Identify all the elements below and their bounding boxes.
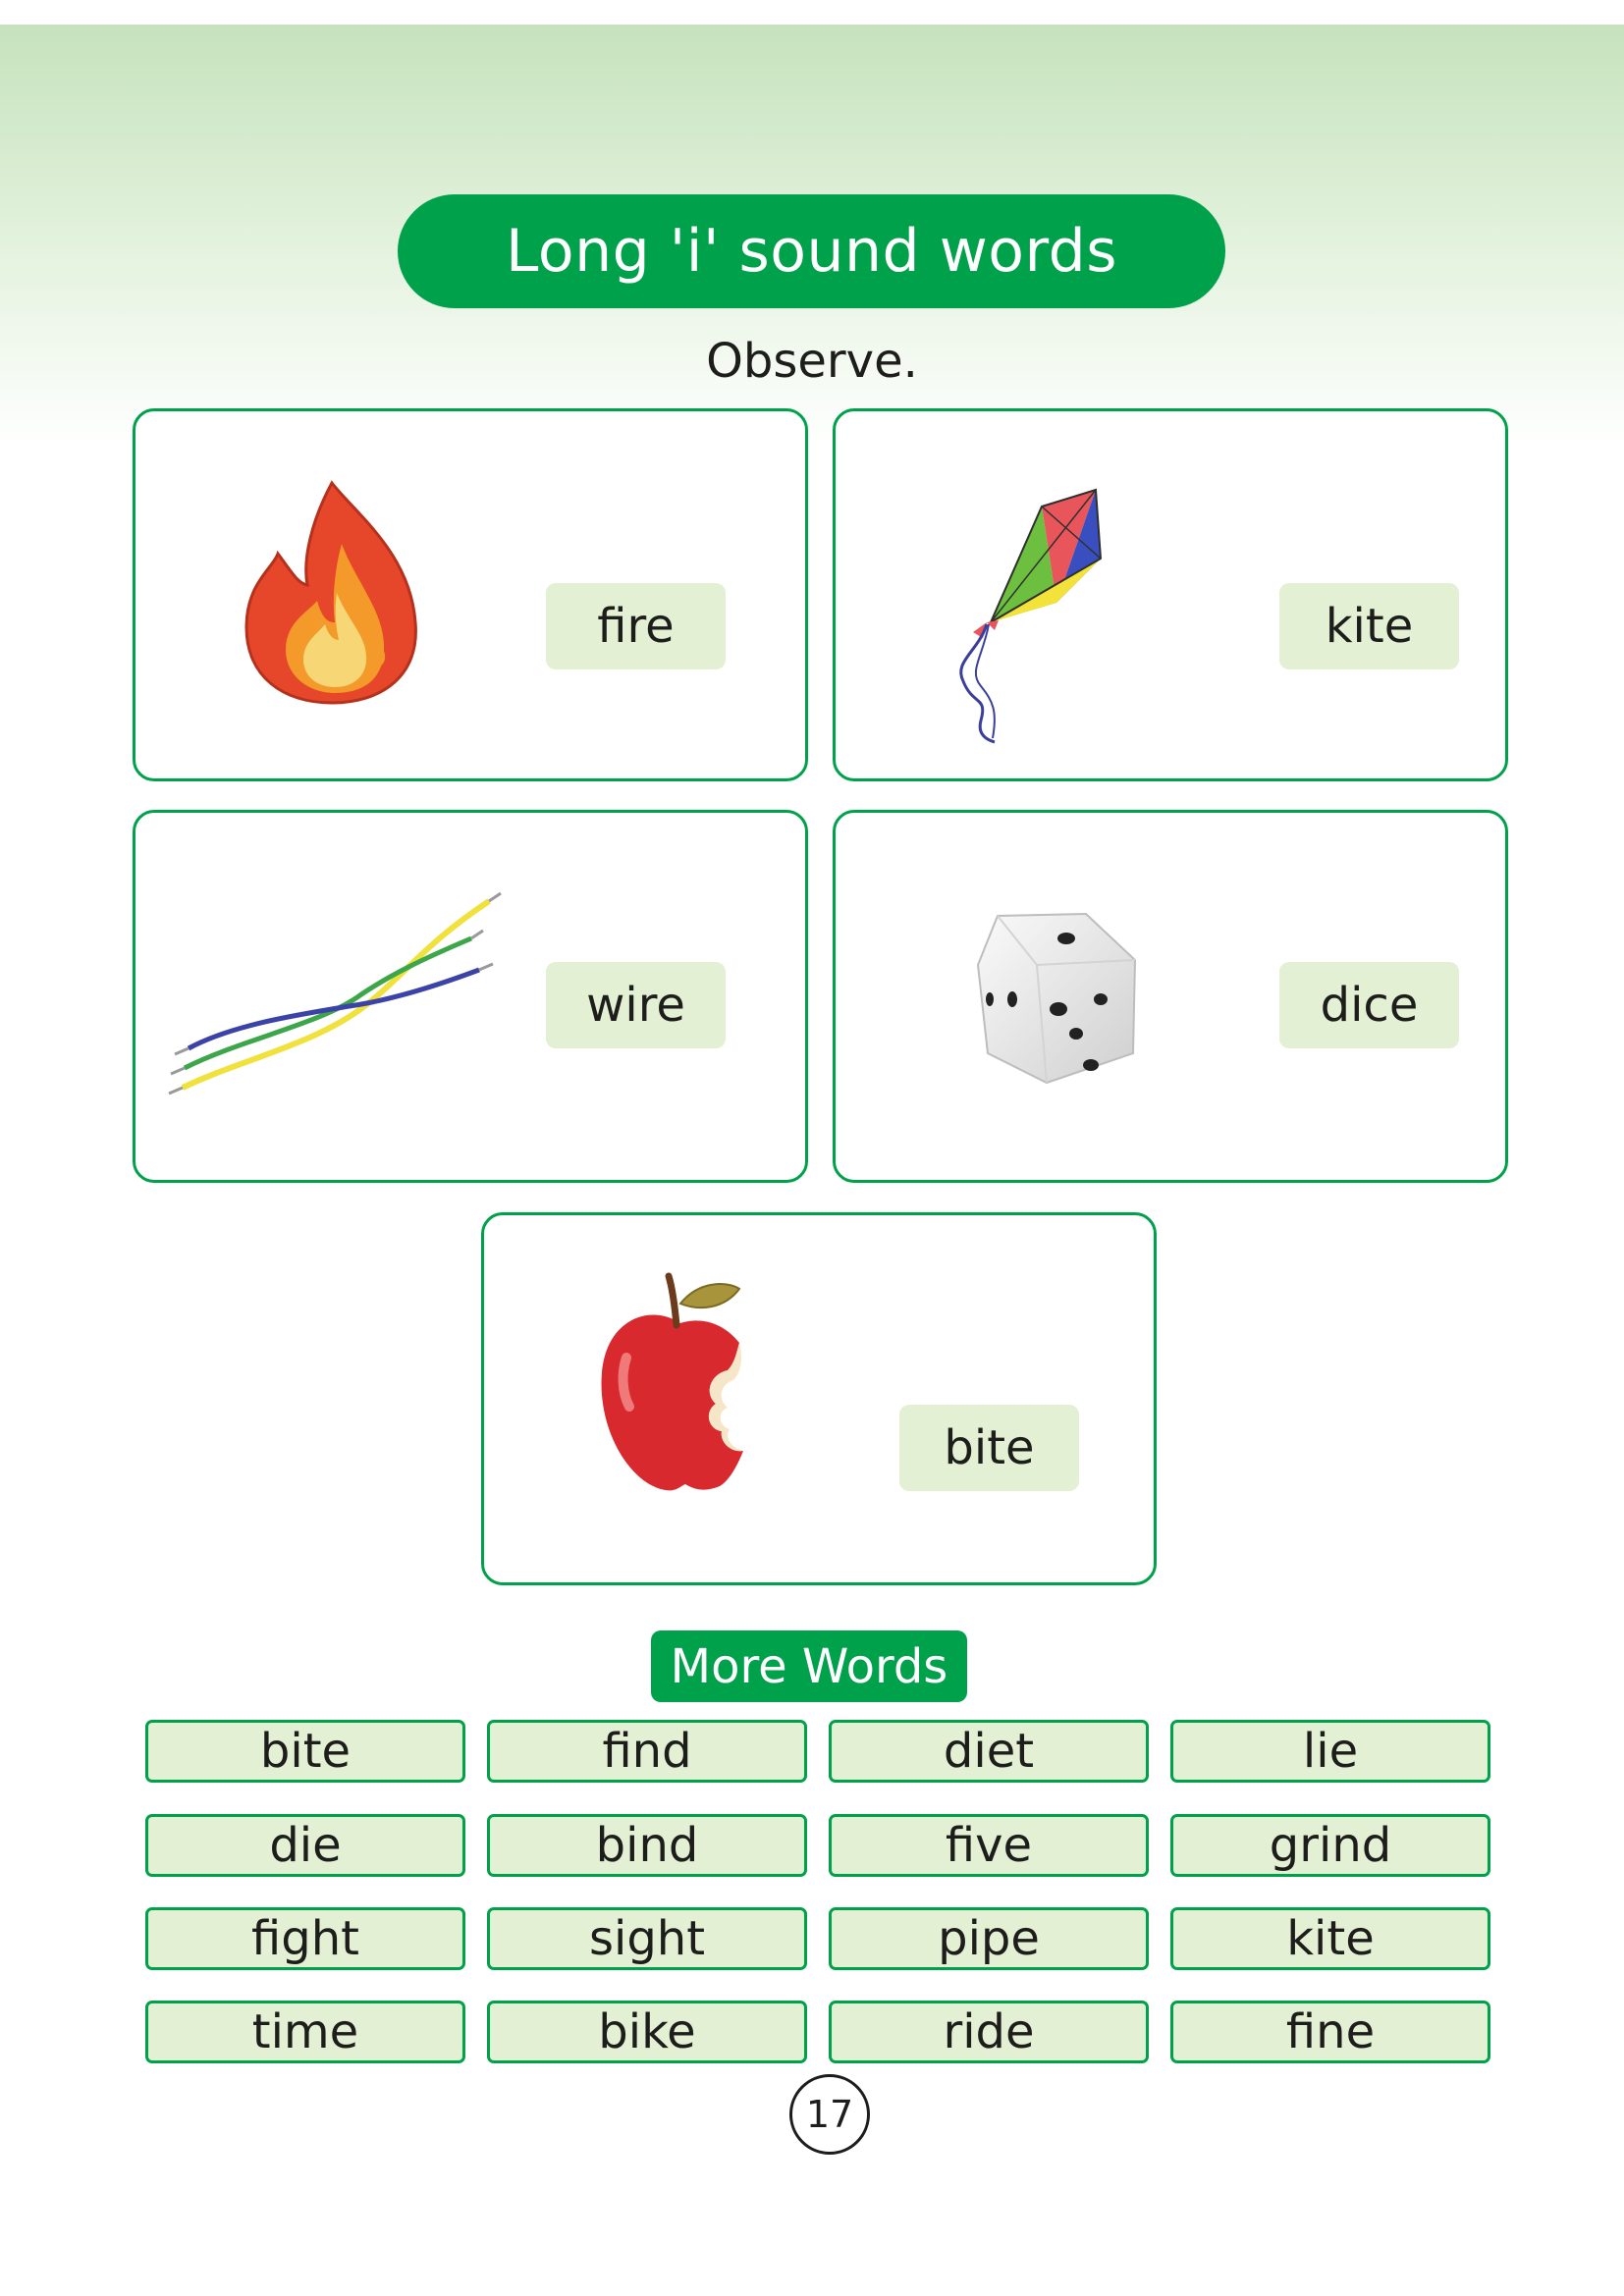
dice-icon xyxy=(976,912,1137,1085)
word-tile: fine xyxy=(1170,2001,1490,2063)
page-number: 17 xyxy=(789,2074,870,2155)
bitten-apple-icon xyxy=(601,1272,743,1491)
card-kite: kite xyxy=(833,408,1508,781)
word-tile: time xyxy=(145,2001,465,2063)
word-label-fire: fire xyxy=(546,583,726,669)
word-tile: sight xyxy=(487,1907,807,1970)
word-tile: pipe xyxy=(829,1907,1149,1970)
word-tile: kite xyxy=(1170,1907,1490,1970)
word-tile: bike xyxy=(487,2001,807,2063)
word-tile: fight xyxy=(145,1907,465,1970)
kite-icon xyxy=(959,488,1103,744)
word-tile: five xyxy=(829,1814,1149,1877)
word-tile: bite xyxy=(145,1720,465,1783)
word-tile: diet xyxy=(829,1720,1149,1783)
card-bite: bite xyxy=(481,1212,1157,1585)
card-dice: dice xyxy=(833,810,1508,1183)
instruction-text: Observe. xyxy=(706,334,918,389)
title-banner: Long 'i' sound words xyxy=(398,194,1225,308)
card-wire: wire xyxy=(133,810,808,1183)
page-title: Long 'i' sound words xyxy=(506,217,1117,286)
word-tile: grind xyxy=(1170,1814,1490,1877)
word-tile: bind xyxy=(487,1814,807,1877)
wires-icon xyxy=(168,891,502,1095)
word-label-dice: dice xyxy=(1279,962,1459,1048)
word-label-wire: wire xyxy=(546,962,726,1048)
word-label-kite: kite xyxy=(1279,583,1459,669)
card-fire: fire xyxy=(133,408,808,781)
word-tile: find xyxy=(487,1720,807,1783)
word-tile: ride xyxy=(829,2001,1149,2063)
fire-icon xyxy=(244,480,417,705)
word-tile: lie xyxy=(1170,1720,1490,1783)
word-tile: die xyxy=(145,1814,465,1877)
word-label-bite: bite xyxy=(899,1405,1079,1491)
more-words-heading: More Words xyxy=(651,1630,967,1702)
